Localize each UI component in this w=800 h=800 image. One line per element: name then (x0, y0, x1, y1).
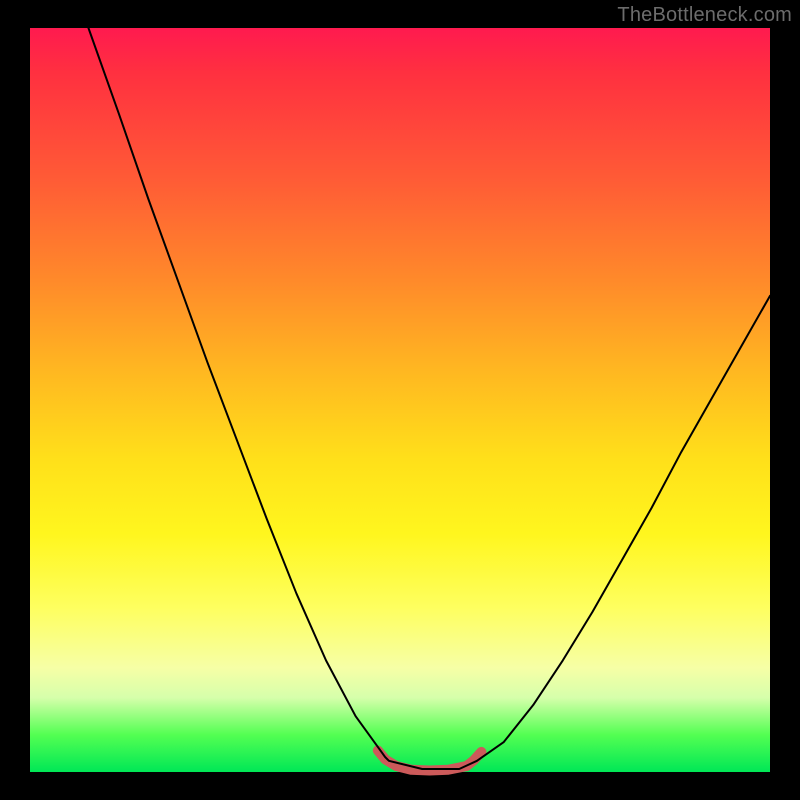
curve-overlay (30, 28, 770, 772)
main-black-curve (88, 28, 770, 769)
watermark-text: TheBottleneck.com (617, 4, 792, 27)
chart-frame: TheBottleneck.com (0, 0, 800, 800)
valley-accent-curve (378, 750, 482, 770)
